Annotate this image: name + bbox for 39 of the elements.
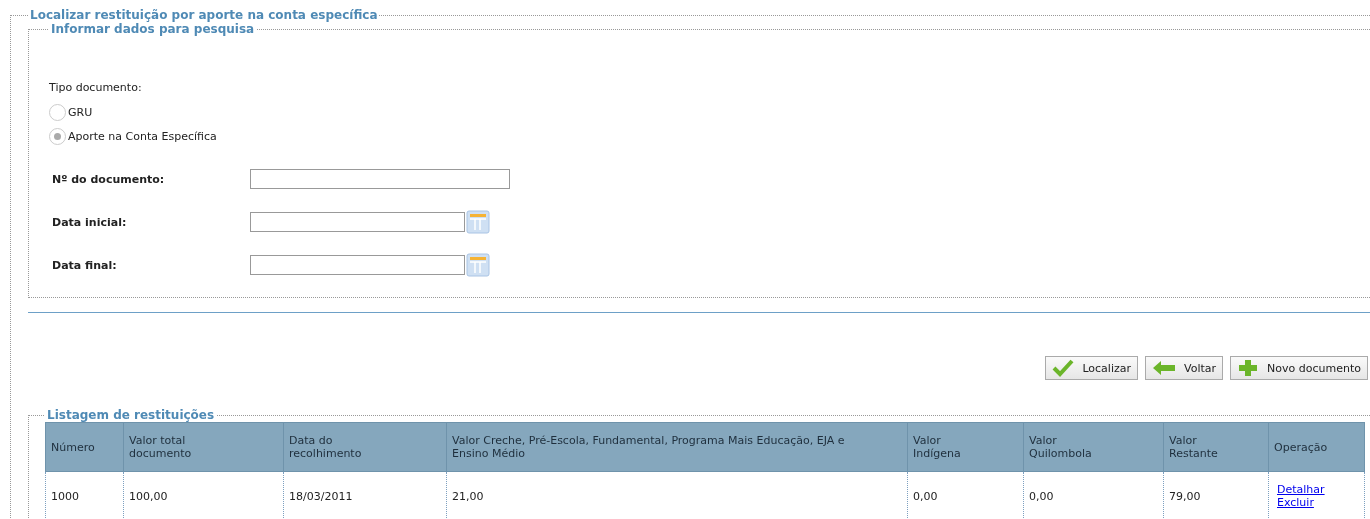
action-button[interactable]: Voltar bbox=[1145, 356, 1224, 380]
table-link[interactable]: Detalhar bbox=[1277, 483, 1325, 496]
column-header: Número bbox=[45, 422, 124, 472]
column-header: Valor Creche, Pré-Escola, Fundamental, Programa Mais Educação, EJA e Ensino Médio bbox=[446, 422, 908, 472]
input-field[interactable] bbox=[250, 212, 465, 232]
field-label: Data inicial: bbox=[51, 215, 128, 229]
radio-label: Aporte na Conta Específica bbox=[68, 129, 217, 143]
calendar-icon[interactable] bbox=[466, 210, 490, 234]
table-link[interactable]: Excluir bbox=[1277, 496, 1314, 509]
section-title: Localizar restituição por aporte na conta específica bbox=[29, 8, 379, 22]
column-header: Valor total documento bbox=[123, 422, 284, 472]
calendar-icon[interactable] bbox=[466, 253, 490, 277]
table-cell: 1000 bbox=[45, 471, 124, 519]
column-header: Valor Restante bbox=[1163, 422, 1269, 472]
column-header: Operação bbox=[1268, 422, 1365, 472]
table-cell: 100,00 bbox=[123, 471, 284, 519]
radio-button[interactable] bbox=[49, 127, 66, 145]
input-field[interactable] bbox=[250, 255, 465, 275]
field-label: Nº do documento: bbox=[51, 172, 166, 186]
table-cell: 18/03/2011 bbox=[283, 471, 447, 519]
action-button[interactable]: Novo documento bbox=[1230, 356, 1368, 380]
column-header: Valor Indígena bbox=[907, 422, 1024, 472]
plus-icon bbox=[1237, 359, 1260, 377]
radio-label: GRU bbox=[68, 105, 93, 119]
column-header: Data do recolhimento bbox=[283, 422, 447, 472]
column-header: Valor Quilombola bbox=[1023, 422, 1164, 472]
table-cell: 21,00 bbox=[446, 471, 908, 519]
radio-button[interactable] bbox=[49, 103, 66, 121]
check-icon bbox=[1052, 359, 1075, 377]
table-cell: 0,00 bbox=[1023, 471, 1164, 519]
field-label: Tipo documento: bbox=[49, 81, 143, 94]
section-title: Listagem de restituições bbox=[46, 408, 216, 422]
table-cell: 0,00 bbox=[907, 471, 1024, 519]
arrow-left-icon bbox=[1152, 359, 1176, 377]
table-cell: 79,00 bbox=[1163, 471, 1269, 519]
field-label: Data final: bbox=[51, 258, 118, 272]
action-button[interactable]: Localizar bbox=[1045, 356, 1138, 380]
input-field[interactable] bbox=[250, 169, 510, 189]
section-title: Informar dados para pesquisa bbox=[50, 22, 256, 36]
